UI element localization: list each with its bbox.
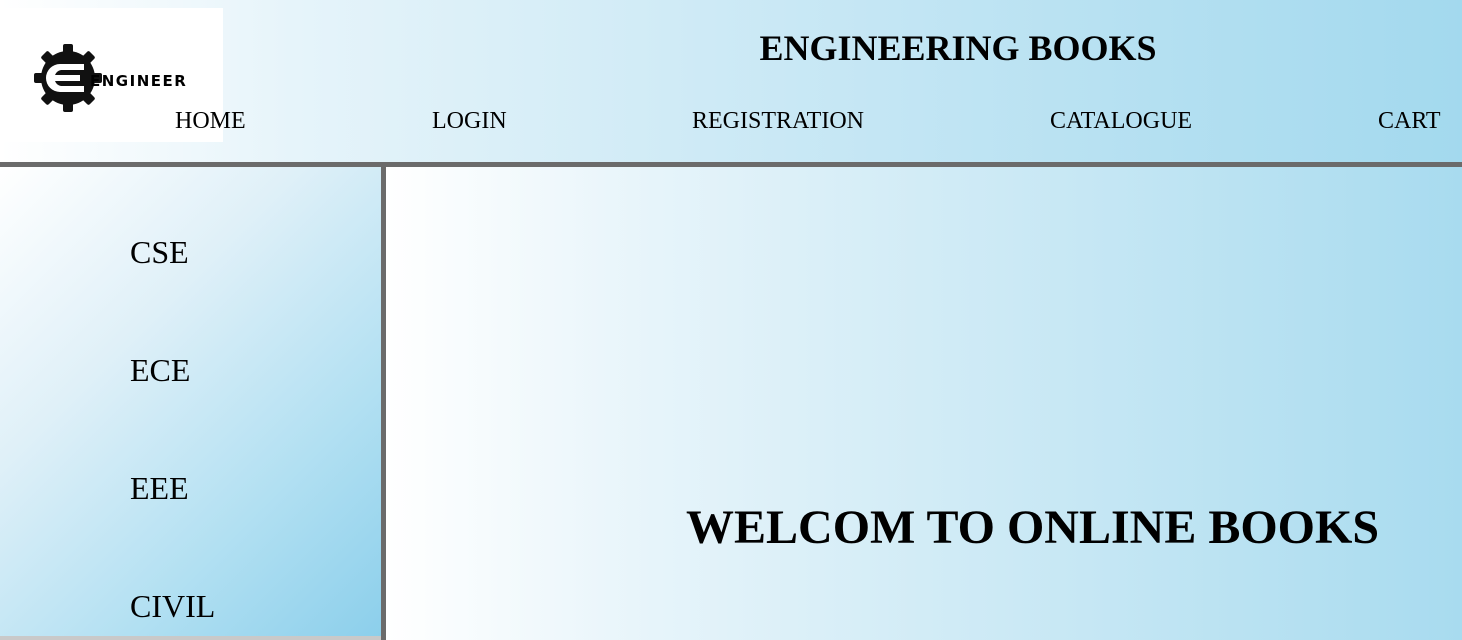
logo-text: ENGINEER (90, 72, 188, 90)
nav-cart-link[interactable]: CART (1378, 107, 1441, 135)
nav-login-link[interactable]: LOGIN (432, 107, 507, 135)
nav-catalogue-link[interactable]: CATALOGUE (1050, 107, 1192, 135)
main-content: WELCOM TO ONLINE BOOKS (386, 167, 1462, 640)
header: ENGINEER ENGINEERING BOOKS HOME LOGIN RE… (0, 0, 1462, 163)
page-title-text: ENGINEERING BOOKS (759, 28, 1157, 68)
sidebar-bottom-border (0, 636, 381, 640)
sidebar-item-eee[interactable]: EEE (130, 470, 189, 506)
sidebar-item-ece[interactable]: ECE (130, 352, 190, 388)
sidebar: CSE ECE EEE CIVIL (0, 167, 381, 636)
nav-home-link[interactable]: HOME (175, 107, 246, 135)
nav-registration-link[interactable]: REGISTRATION (692, 107, 864, 135)
welcome-heading: WELCOM TO ONLINE BOOKS (686, 501, 1380, 554)
page-title: ENGINEERING BOOKS (0, 26, 1462, 70)
sidebar-item-cse[interactable]: CSE (130, 234, 189, 270)
sidebar-item-civil[interactable]: CIVIL (130, 588, 215, 624)
